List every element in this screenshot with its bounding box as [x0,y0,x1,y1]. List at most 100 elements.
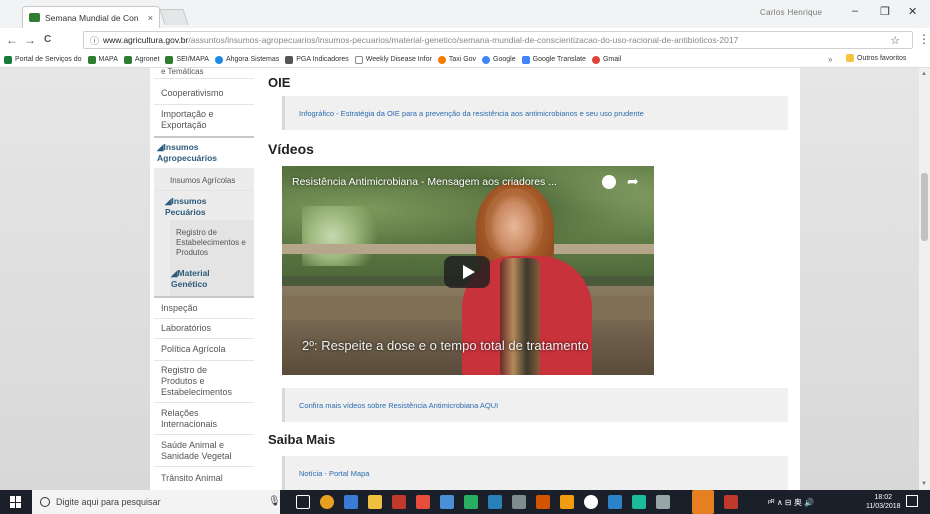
sidebar-nav: e Temáticas Cooperativismo Importação e … [150,68,254,490]
app-icon[interactable] [392,495,406,509]
app-icon[interactable] [488,495,502,509]
app-icon[interactable] [512,495,526,509]
bookmark-item[interactable]: Weekly Disease Infor [354,55,432,64]
bookmark-icon [285,55,294,64]
browser-menu-icon[interactable]: ⋮ [918,32,930,46]
bookmark-item[interactable]: Google Translate [521,55,586,64]
watch-later-icon[interactable] [602,175,616,189]
app-icon[interactable] [608,495,622,509]
bookmarks-bar: Portal de Serviços do MAPA Agronet SEI/M… [0,52,930,68]
tab-close-icon[interactable]: × [148,13,153,23]
profile-name[interactable]: Carlos Henrique [760,8,822,17]
bookmark-item[interactable]: Google [482,55,516,64]
more-videos-link[interactable]: Confira mais vídeos sobre Resistência An… [299,401,498,410]
app-icon[interactable] [440,495,454,509]
sidebar-item-cooperativismo[interactable]: Cooperativismo [154,88,254,99]
noticia-link[interactable]: Notícia - Portal Mapa [299,469,369,478]
sidebar-item-insumos-agricolas[interactable]: Insumos Agrícolas [154,176,254,186]
scroll-thumb[interactable] [921,173,928,241]
active-app-icon[interactable] [692,490,714,514]
oie-heading: OIE [268,75,291,90]
sidebar-item-inspecao[interactable]: Inspeção [154,303,254,314]
bookmark-star-icon[interactable]: ☆ [890,34,900,47]
sidebar-item-registro-produtos[interactable]: Registro de Produtos e Estabelecimentos [154,365,244,398]
bookmark-item[interactable]: Agronet [123,55,159,64]
windows-start-icon[interactable] [10,496,22,508]
sidebar-item-saude-animal[interactable]: Saúde Animal e Sanidade Vegetal [154,440,248,462]
address-bar[interactable]: ⓘ www.agricultura.gov.br /assuntos/insum… [83,31,913,49]
browser-tab[interactable]: Semana Mundial de Con × [22,6,160,28]
bookmark-item[interactable]: Taxi Gov [437,55,477,64]
taskbar-clock[interactable]: 18:02 11/03/2018 [866,493,901,511]
video-player[interactable]: Resistência Antimicrobiana - Mensagem ao… [282,166,654,375]
app-icon[interactable] [536,495,550,509]
page-icon [354,55,363,64]
sidebar-divider [154,318,254,319]
page-content: e Temáticas Cooperativismo Importação e … [150,68,800,490]
bookmark-item[interactable]: SEI/MAPA [165,55,209,64]
chrome-icon[interactable] [320,495,334,509]
bookmark-item[interactable]: Gmail [591,55,621,64]
app-icon[interactable] [724,495,738,509]
browser-toolbar: ← → C ⓘ www.agricultura.gov.br /assuntos… [0,28,930,52]
taskbar-search[interactable]: Digite aqui para pesquisar [32,490,280,514]
bookmark-label: Taxi Gov [448,56,477,63]
bookmark-item[interactable]: Portal de Serviços do [4,55,82,64]
bookmark-label: Ahgora Sistemas [225,56,280,63]
system-tray[interactable]: ᵖᴿ ∧ ⊟ 奥 🔊 [768,497,814,508]
oie-infographic-link[interactable]: Infográfico - Estratégia da OIE para a p… [299,109,644,118]
back-arrow-icon[interactable]: ← [6,33,18,47]
bookmarks-more-icon[interactable]: » [828,55,832,64]
bookmark-item[interactable]: MAPA [87,55,118,64]
maximize-icon[interactable]: ❐ [880,5,890,18]
sidebar-item-laboratorios[interactable]: Laboratórios [154,323,254,334]
sidebar-item-registro-estabelecimentos[interactable]: Registro de Estabelecimentos e Produtos [154,228,254,258]
app-icon[interactable] [632,495,646,509]
sidebar-item-importacao[interactable]: Importação e Exportação [154,109,254,131]
bookmark-item[interactable]: Ahgora Sistemas [214,55,280,64]
app-icon[interactable] [464,495,478,509]
bookmark-label: MAPA [98,56,118,63]
app-icon[interactable] [584,495,598,509]
tab-title: Semana Mundial de Con [45,12,139,23]
oie-link-box: Infográfico - Estratégia da OIE para a p… [282,96,788,130]
video-title[interactable]: Resistência Antimicrobiana - Mensagem ao… [292,176,557,188]
sidebar-divider [154,190,254,191]
close-window-icon[interactable]: ✕ [908,5,917,18]
sidebar-item-insumos-agropecuarios[interactable]: ◢Insumos Agropecuários [154,142,254,164]
sidebar-divider [154,466,254,467]
sidebar-item-transito-animal[interactable]: Trânsito Animal [154,473,254,484]
microphone-icon[interactable]: 🎙 [268,496,281,507]
videos-heading: Vídeos [268,141,314,157]
folder-icon [846,54,854,62]
reload-icon[interactable]: C [44,34,51,45]
sidebar-item-insumos-pecuarios[interactable]: ◢Insumos Pecuários [154,196,214,218]
sidebar-item-material-genetico[interactable]: ◢Material Genético [154,268,218,290]
task-view-icon[interactable] [296,495,310,509]
forward-arrow-icon[interactable]: → [24,33,36,47]
sidebar-item-politica-agricola[interactable]: Política Agrícola [154,344,254,355]
sidebar-item-tematicas[interactable]: e Temáticas [154,68,254,77]
sidebar-item-relacoes-internacionais[interactable]: Relações Internacionais [154,408,234,430]
bookmark-icon [87,55,96,64]
bookmark-label: Portal de Serviços do [15,56,82,63]
bookmark-item[interactable]: PGA Indicadores [285,55,349,64]
share-arrow-icon[interactable]: ➦ [627,173,639,190]
info-icon[interactable]: ⓘ [90,34,99,47]
video-bench-rail [282,244,654,254]
saiba-mais-heading: Saiba Mais [268,432,336,447]
explorer-icon[interactable] [344,495,358,509]
app-icon[interactable] [656,495,670,509]
folder-icon[interactable] [368,495,382,509]
other-bookmarks[interactable]: Outros favoritos [846,54,906,62]
scroll-down-icon[interactable]: ▼ [921,481,927,487]
bookmark-icon [123,55,132,64]
page-scrollbar[interactable]: ▲ ▼ [919,68,930,490]
scroll-up-icon[interactable]: ▲ [921,71,927,77]
app-icon[interactable] [560,495,574,509]
new-tab-button[interactable] [159,9,189,25]
play-button[interactable] [444,256,490,288]
app-icon[interactable] [416,495,430,509]
minimize-icon[interactable]: – [852,5,858,17]
notification-icon[interactable] [906,495,918,507]
